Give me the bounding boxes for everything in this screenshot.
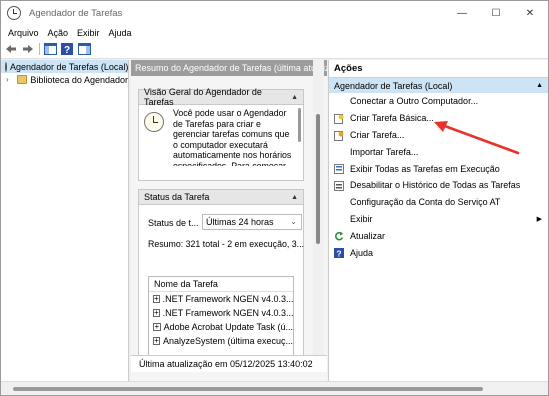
action-help[interactable]: ? Ajuda	[329, 244, 548, 261]
menu-exibir[interactable]: Exibir	[77, 28, 100, 38]
horizontal-scrollbar[interactable]	[1, 381, 548, 395]
task-scheduler-icon	[7, 6, 21, 20]
folder-icon	[16, 75, 28, 84]
task-row[interactable]: + Adobe Acrobat Update Task (ú...	[149, 320, 293, 334]
scrollbar-thumb[interactable]	[316, 114, 320, 244]
overview-text: Você pode usar o Agendador de Tarefas pa…	[173, 108, 292, 166]
scrollbar-thumb[interactable]	[298, 108, 301, 142]
summary-pane: Resumo do Agendador de Tarefas (última a…	[131, 60, 327, 381]
task-row[interactable]: + .NET Framework NGEN v4.0.3...	[149, 306, 294, 320]
task-name: .NET Framework NGEN v4.0.3...	[162, 294, 294, 304]
overview-header[interactable]: Visão Geral do Agendador de Tarefas ▲	[139, 87, 303, 107]
menu-bar: Arquivo Ação Exibir Ajuda	[1, 25, 548, 40]
tree-item-root[interactable]: Agendador de Tarefas (Local)	[1, 60, 128, 73]
close-button[interactable]: ✕	[513, 1, 547, 25]
tree-item-label: Biblioteca do Agendador	[30, 74, 128, 85]
action-label: Conectar a Outro Computador...	[350, 96, 479, 107]
forward-icon[interactable]	[21, 42, 35, 56]
window-title: Agendador de Tarefas	[29, 7, 123, 19]
action-label: Ajuda	[350, 247, 374, 258]
actions-pane: Ações Agendador de Tarefas (Local) ▲ Con…	[328, 60, 548, 381]
collapse-icon[interactable]: ▲	[291, 194, 298, 201]
clock-icon	[5, 61, 7, 72]
annotation-arrow	[434, 121, 520, 155]
actions-group-label: Agendador de Tarefas (Local)	[334, 80, 453, 91]
collapse-icon[interactable]: ▲	[536, 82, 543, 89]
task-name: AnalyzeSystem (última execuç...	[162, 336, 293, 346]
menu-ajuda[interactable]: Ajuda	[109, 28, 132, 38]
last-update-bar: Última atualização em 05/12/2025 13:40:0…	[131, 355, 327, 372]
task-scheduler-window: Agendador de Tarefas — ☐ ✕ Arquivo Ação …	[0, 0, 549, 396]
action-refresh[interactable]: Atualizar	[329, 227, 548, 244]
chevron-down-icon: ⌄	[290, 217, 297, 226]
tree-item-library[interactable]: › Biblioteca do Agendador	[1, 73, 128, 86]
expand-icon[interactable]: +	[153, 337, 160, 345]
task-status-section: Status da Tarefa ▲ Status de t... Última…	[138, 189, 304, 370]
clock-icon	[144, 112, 164, 132]
toolbar: ?	[1, 40, 548, 59]
task-status-header[interactable]: Status da Tarefa ▲	[139, 190, 303, 205]
svg-text:?: ?	[336, 249, 341, 259]
menu-acao[interactable]: Ação	[48, 28, 69, 38]
maximize-button[interactable]: ☐	[479, 1, 513, 25]
console-tree: Agendador de Tarefas (Local) › Bibliotec…	[1, 60, 129, 381]
submenu-arrow-icon: ▶	[536, 215, 542, 223]
overview-title: Visão Geral do Agendador de Tarefas	[144, 87, 262, 107]
help-icon: ?	[334, 248, 344, 259]
chevron-right-icon[interactable]: ›	[6, 75, 15, 84]
minimize-button[interactable]: —	[445, 1, 479, 25]
summary-header: Resumo do Agendador de Tarefas (última a…	[131, 60, 327, 76]
create-task-icon	[334, 130, 344, 141]
expand-icon[interactable]: +	[153, 309, 160, 317]
action-show-running[interactable]: Exibir Todas as Tarefas em Execução	[329, 160, 548, 177]
action-label: Atualizar	[350, 230, 386, 241]
create-basic-task-icon	[334, 113, 344, 124]
task-status-title: Status da Tarefa	[144, 192, 210, 202]
console-tree-icon[interactable]	[43, 42, 57, 56]
help-icon[interactable]: ?	[60, 42, 74, 56]
action-label: Criar Tarefa Básica...	[350, 113, 434, 124]
expand-icon[interactable]: +	[153, 323, 161, 331]
menu-arquivo[interactable]: Arquivo	[8, 28, 39, 38]
expand-icon[interactable]: +	[153, 295, 160, 303]
action-disable-history[interactable]: Desabilitar o Histórico de Todas as Tare…	[329, 177, 548, 194]
status-summary: Resumo: 321 total - 2 em execução, 3...	[148, 239, 304, 249]
running-tasks-icon	[334, 164, 344, 175]
task-name: Adobe Acrobat Update Task (ú...	[163, 322, 293, 332]
action-at-service-config[interactable]: Configuração da Conta do Serviço AT	[329, 194, 548, 211]
actions-group-header[interactable]: Agendador de Tarefas (Local) ▲	[329, 78, 548, 93]
task-row[interactable]: + AnalyzeSystem (última execuç...	[149, 334, 293, 348]
toolbar-divider	[39, 43, 40, 55]
action-pane-icon[interactable]	[77, 42, 91, 56]
back-icon[interactable]	[4, 42, 18, 56]
action-label: Desabilitar o Histórico de Todas as Tare…	[350, 180, 521, 191]
tree-item-label: Agendador de Tarefas (Local)	[10, 61, 129, 72]
refresh-icon	[334, 231, 344, 241]
actions-title: Ações	[329, 60, 548, 78]
task-list-header[interactable]: Nome da Tarefa	[149, 277, 293, 292]
status-filter-label: Status de t...	[148, 218, 199, 228]
task-row[interactable]: + .NET Framework NGEN v4.0.3...	[149, 292, 294, 306]
action-label: Exibir Todas as Tarefas em Execução	[350, 163, 500, 174]
status-filter-select[interactable]: Últimas 24 horas ⌄	[202, 214, 302, 230]
action-view[interactable]: Exibir ▶	[329, 211, 548, 228]
task-name: .NET Framework NGEN v4.0.3...	[162, 308, 294, 318]
collapse-icon[interactable]: ▲	[291, 94, 298, 101]
disable-history-icon	[334, 180, 344, 191]
title-bar: Agendador de Tarefas — ☐ ✕	[1, 1, 548, 25]
status-filter-value: Últimas 24 horas	[206, 217, 274, 227]
action-label: Importar Tarefa...	[350, 146, 419, 157]
action-connect[interactable]: Conectar a Outro Computador...	[329, 93, 548, 110]
action-label: Exibir	[350, 213, 373, 224]
svg-text:?: ?	[64, 45, 70, 55]
scrollbar-thumb[interactable]	[13, 387, 483, 391]
action-label: Configuração da Conta do Serviço AT	[350, 197, 501, 208]
summary-scrollbar[interactable]	[313, 60, 324, 360]
overview-section: Visão Geral do Agendador de Tarefas ▲ Vo…	[138, 87, 304, 181]
action-label: Criar Tarefa...	[350, 129, 405, 140]
